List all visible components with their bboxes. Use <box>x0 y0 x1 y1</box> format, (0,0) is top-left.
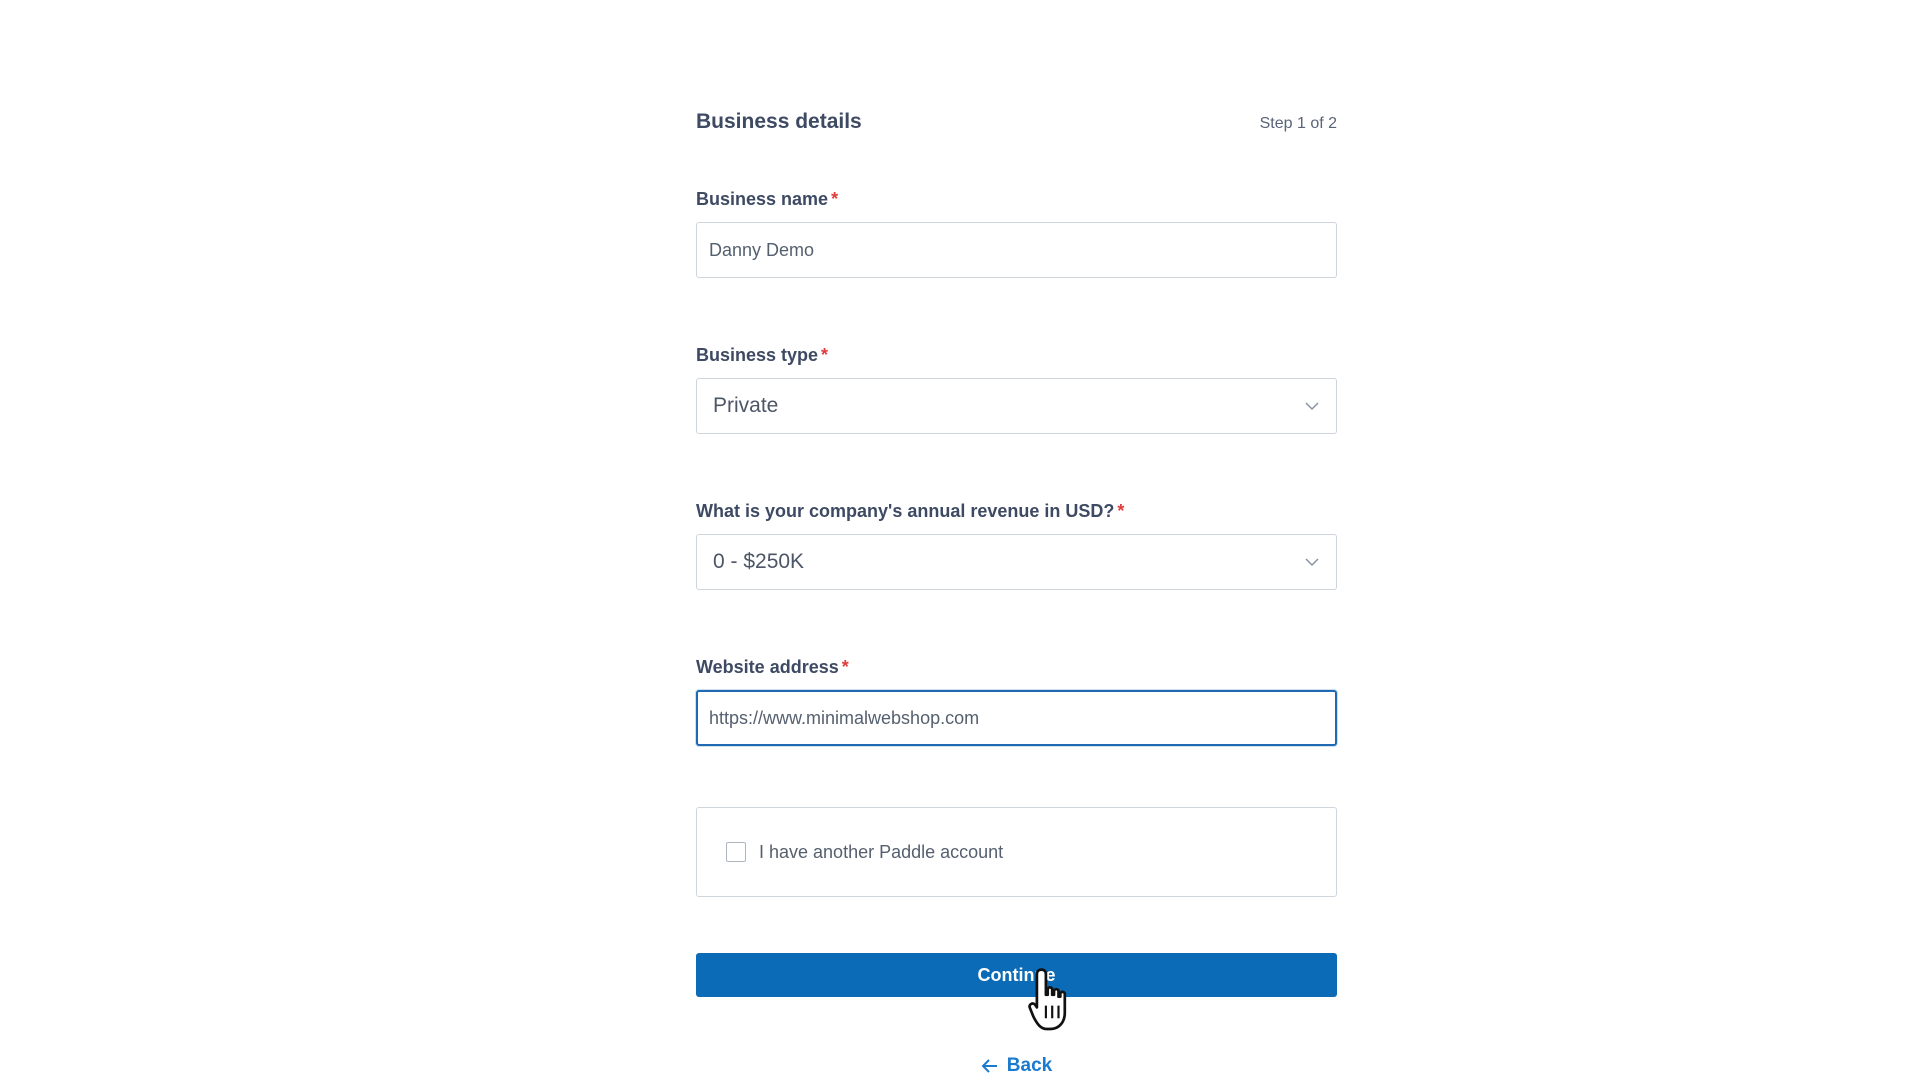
business-type-value: Private <box>713 394 779 417</box>
page-title: Business details <box>696 110 862 133</box>
hand-pointer-icon <box>1028 968 1067 1031</box>
business-name-group: Business name * <box>696 188 1337 278</box>
chevron-down-icon <box>1305 402 1319 411</box>
revenue-label: What is your company's annual revenue in… <box>696 501 1115 521</box>
form-header: Business details Step 1 of 2 <box>696 110 1337 142</box>
website-group: Website address * <box>696 656 1337 746</box>
continue-group: Continue <box>696 953 1337 997</box>
step-indicator: Step 1 of 2 <box>1259 115 1337 132</box>
business-details-form: Business details Step 1 of 2 Business na… <box>696 110 1337 1076</box>
website-label: Website address <box>696 657 839 677</box>
business-type-label: Business type <box>696 345 819 365</box>
back-label: Back <box>1006 1055 1053 1076</box>
another-account-card: I have another Paddle account <box>696 807 1337 897</box>
business-name-input[interactable] <box>696 222 1337 278</box>
business-name-label: Business name <box>696 189 829 209</box>
another-account-checkbox[interactable] <box>726 842 746 862</box>
back-link[interactable]: Back <box>696 1055 1337 1077</box>
business-type-select[interactable]: Private <box>696 378 1337 434</box>
website-input[interactable] <box>696 690 1337 746</box>
arrow-left-icon <box>981 1059 997 1073</box>
back-group: Back <box>696 1055 1337 1077</box>
revenue-select[interactable]: 0 - $250K <box>696 534 1337 590</box>
chevron-down-icon <box>1305 558 1319 567</box>
required-marker: * <box>1117 501 1125 521</box>
revenue-group: What is your company's annual revenue in… <box>696 500 1337 590</box>
required-marker: * <box>831 189 839 209</box>
required-marker: * <box>821 345 829 365</box>
business-type-group: Business type * Private <box>696 344 1337 434</box>
required-marker: * <box>841 657 849 677</box>
another-account-label[interactable]: I have another Paddle account <box>759 842 1003 863</box>
continue-button[interactable]: Continue <box>696 953 1337 997</box>
revenue-value: 0 - $250K <box>713 550 805 573</box>
